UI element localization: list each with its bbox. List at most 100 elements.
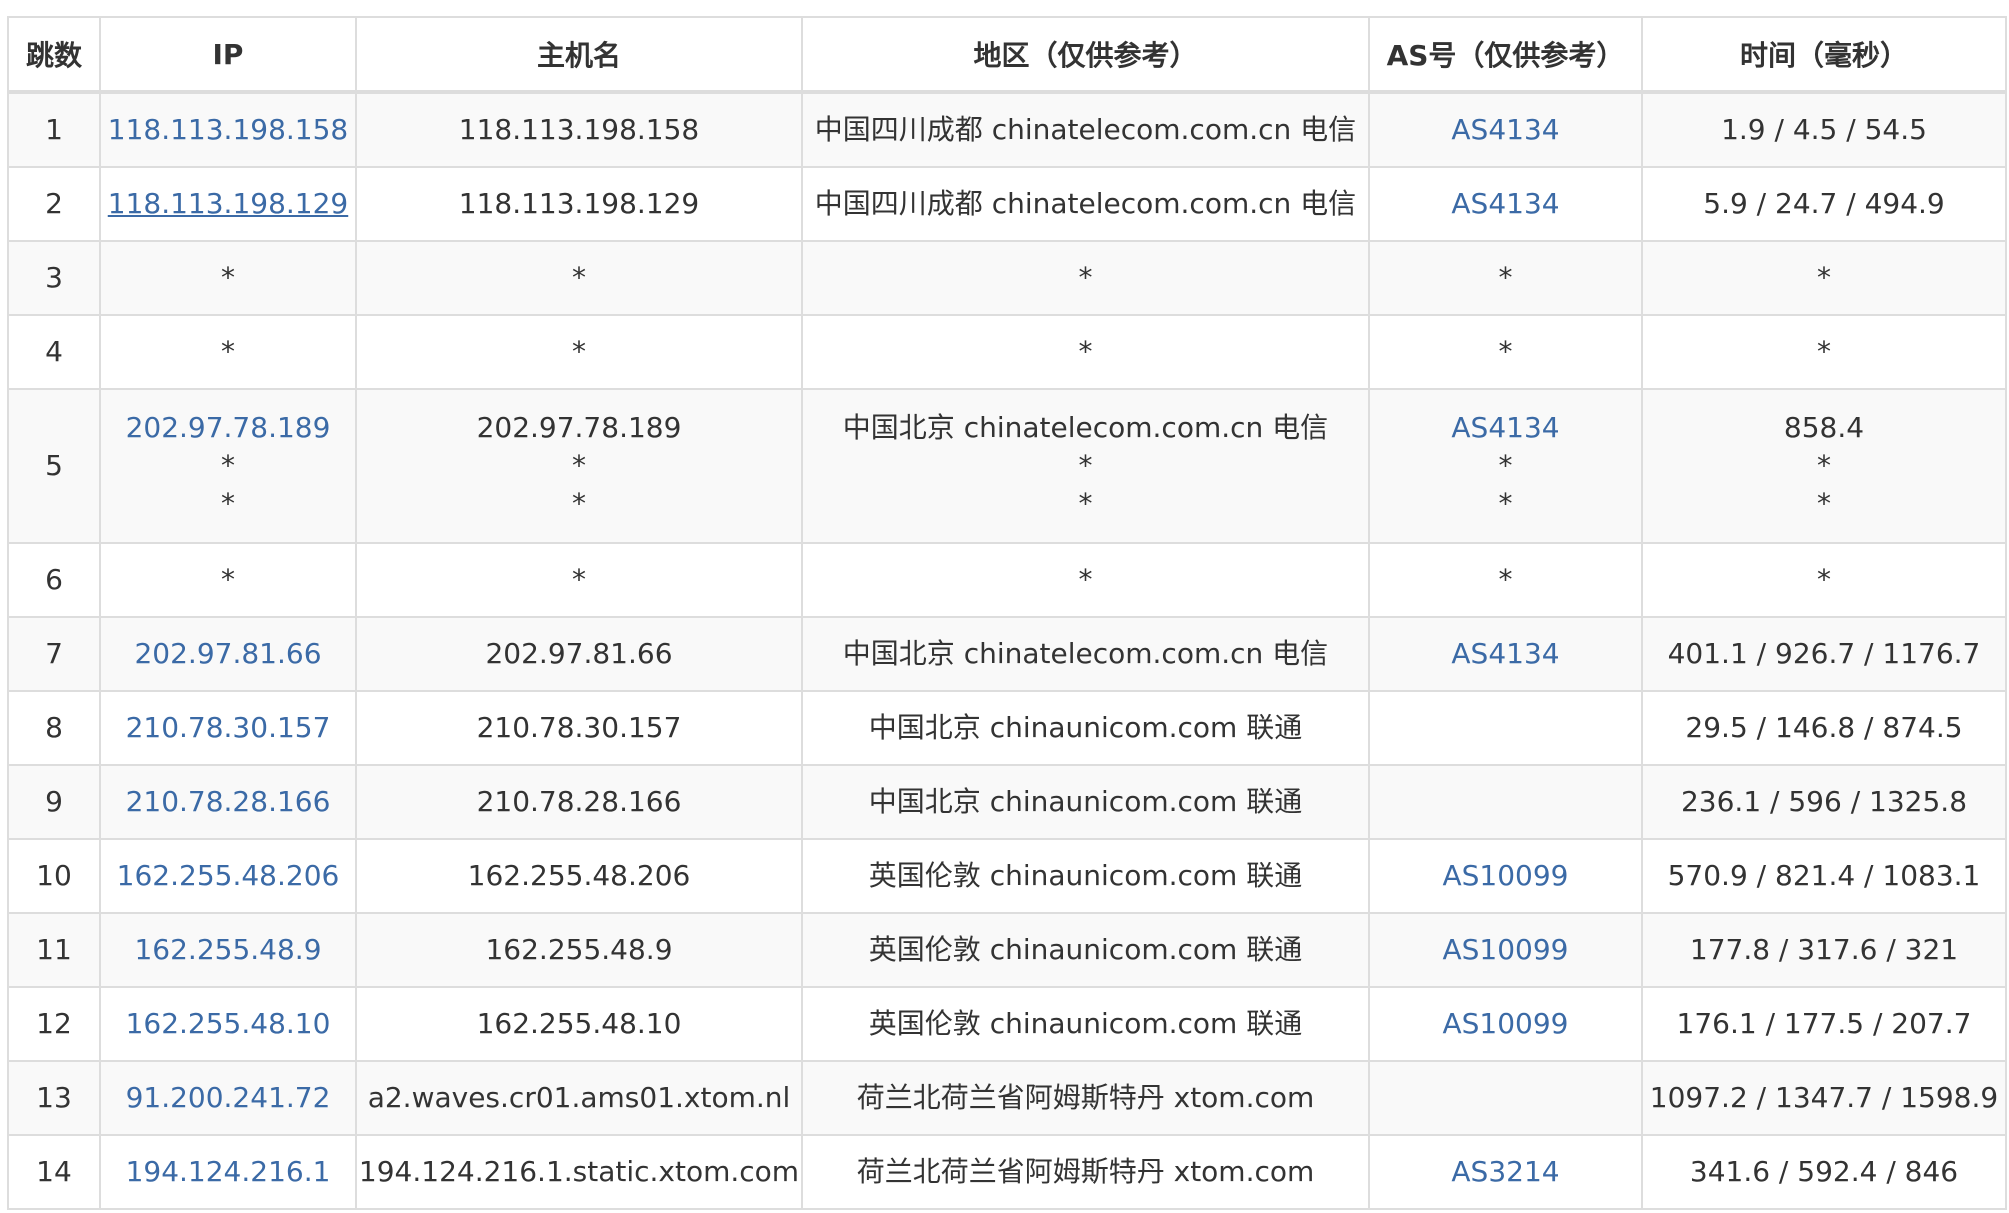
ip-cell: * <box>99 542 357 618</box>
hostname-cell: 118.113.198.158 <box>355 91 803 168</box>
asn-link[interactable]: AS4134 <box>1371 635 1640 673</box>
time-cell: 401.1 / 926.7 / 1176.7 <box>1641 616 2007 692</box>
time-text: 570.9 / 821.4 / 1083.1 <box>1667 859 1981 892</box>
table-row: 11 162.255.48.9 162.255.48.9 英国伦敦 chinaunic… <box>7 912 2007 988</box>
region-text: 荷兰北荷兰省阿姆斯特丹 xtom.com <box>856 1081 1315 1114</box>
time-cell: 5.9 / 24.7 / 494.9 <box>1641 166 2007 242</box>
hop-cell: 7 <box>7 616 101 692</box>
hop-cell: 11 <box>7 912 101 988</box>
region-cell: 英国伦敦 chinaunicom.com 联通 <box>801 838 1370 914</box>
asn-link[interactable]: AS3214 <box>1371 1153 1640 1191</box>
time-text: 1097.2 / 1347.7 / 1598.9 <box>1649 1081 1999 1114</box>
asn-cell <box>1368 690 1643 766</box>
region-text: * <box>1078 261 1093 294</box>
ip-link[interactable]: 91.200.241.72 <box>102 1079 354 1117</box>
asn-link[interactable]: AS10099 <box>1371 857 1640 895</box>
region-cell: 中国四川成都 chinatelecom.com.cn 电信 <box>801 166 1370 242</box>
time-text: 1.9 / 4.5 / 54.5 <box>1721 113 1927 146</box>
time-text: 236.1 / 596 / 1325.8 <box>1680 785 1968 818</box>
region-cell: 荷兰北荷兰省阿姆斯特丹 xtom.com <box>801 1134 1370 1210</box>
region-text: * <box>1078 335 1093 368</box>
region-text: 中国四川成都 chinatelecom.com.cn 电信 <box>814 187 1357 220</box>
hostname-text: * <box>572 563 586 596</box>
hostname-text: 202.97.78.189 <box>476 411 682 444</box>
asn-link[interactable]: AS4134 <box>1371 409 1640 447</box>
ip-link[interactable]: 210.78.30.157 <box>102 709 354 747</box>
ip-link[interactable]: 194.124.216.1 <box>102 1153 354 1191</box>
region-cell: 中国北京 chinatelecom.com.cn 电信 * * <box>801 388 1370 544</box>
asn-cell: AS10099 <box>1368 986 1643 1062</box>
region-cell: 英国伦敦 chinaunicom.com 联通 <box>801 986 1370 1062</box>
time-text: 29.5 / 146.8 / 874.5 <box>1685 711 1963 744</box>
asn-text: * <box>1498 563 1513 596</box>
ip-link[interactable]: 162.255.48.206 <box>102 857 354 895</box>
asn-cell: AS4134 <box>1368 616 1643 692</box>
asn-cell <box>1368 1060 1643 1136</box>
table-header: 跳数 IP 主机名 地区（仅供参考） AS号（仅供参考） 时间（毫秒） <box>7 16 2007 94</box>
hostname-text: 118.113.198.158 <box>458 113 700 146</box>
region-cell: 中国四川成都 chinatelecom.com.cn 电信 <box>801 91 1370 168</box>
ip-link[interactable]: 118.113.198.158 <box>102 111 354 149</box>
ip-cell: 118.113.198.158 <box>99 91 357 168</box>
asn-link[interactable]: AS4134 <box>1371 111 1640 149</box>
asn-link[interactable]: AS4134 <box>1371 185 1640 223</box>
hostname-cell: 118.113.198.129 <box>355 166 803 242</box>
ip-text: * <box>221 261 235 294</box>
ip-cell: 91.200.241.72 <box>99 1060 357 1136</box>
hop-cell: 14 <box>7 1134 101 1210</box>
time-cell: 570.9 / 821.4 / 1083.1 <box>1641 838 2007 914</box>
hostname-cell: 162.255.48.9 <box>355 912 803 988</box>
time-text: * <box>1817 261 1831 294</box>
region-text: 英国伦敦 chinaunicom.com 联通 <box>868 933 1303 966</box>
region-text: * <box>1078 449 1093 482</box>
ip-link[interactable]: 210.78.28.166 <box>102 783 354 821</box>
ip-cell: 162.255.48.10 <box>99 986 357 1062</box>
table-row: 12 162.255.48.10 162.255.48.10 英国伦敦 chinaun… <box>7 986 2007 1062</box>
hop-cell: 1 <box>7 91 101 168</box>
ip-cell: 202.97.78.189 * * <box>99 388 357 544</box>
hop-cell: 8 <box>7 690 101 766</box>
hop-cell: 13 <box>7 1060 101 1136</box>
hostname-text: * <box>572 335 586 368</box>
hostname-cell: * <box>355 542 803 618</box>
hostname-text: 202.97.81.66 <box>485 637 673 670</box>
ip-link[interactable]: 162.255.48.10 <box>102 1005 354 1043</box>
region-text: * <box>1078 563 1093 596</box>
region-cell: * <box>801 314 1370 390</box>
time-text: * <box>1817 449 1831 482</box>
time-text: 401.1 / 926.7 / 1176.7 <box>1667 637 1981 670</box>
time-cell: 858.4 * * <box>1641 388 2007 544</box>
ip-link[interactable]: 202.97.81.66 <box>102 635 354 673</box>
ip-text: * <box>221 563 235 596</box>
time-cell: 1.9 / 4.5 / 54.5 <box>1641 91 2007 168</box>
ip-cell: 202.97.81.66 <box>99 616 357 692</box>
table-row: 6 * * * * * <box>7 542 2007 618</box>
ip-link[interactable]: 202.97.78.189 <box>102 409 354 447</box>
ip-link[interactable]: 118.113.198.129 <box>102 185 354 223</box>
asn-cell: * <box>1368 314 1643 390</box>
ip-link[interactable]: 162.255.48.9 <box>102 931 354 969</box>
table-row: 5 202.97.78.189 * * 202.97.78.189 * * 中国北京 chin… <box>7 388 2007 544</box>
time-cell: 177.8 / 317.6 / 321 <box>1641 912 2007 988</box>
asn-cell: AS4134 <box>1368 91 1643 168</box>
table-row: 14 194.124.216.1 194.124.216.1.static.xtom… <box>7 1134 2007 1210</box>
ip-text: * <box>221 487 235 520</box>
ip-cell: * <box>99 240 357 316</box>
asn-link[interactable]: AS10099 <box>1371 931 1640 969</box>
region-cell: 英国伦敦 chinaunicom.com 联通 <box>801 912 1370 988</box>
header-asn: AS号（仅供参考） <box>1368 16 1643 94</box>
time-cell: 341.6 / 592.4 / 846 <box>1641 1134 2007 1210</box>
hostname-text: * <box>572 449 586 482</box>
time-cell: 236.1 / 596 / 1325.8 <box>1641 764 2007 840</box>
region-text: 中国北京 chinaunicom.com 联通 <box>868 785 1303 818</box>
header-region: 地区（仅供参考） <box>801 16 1370 94</box>
region-cell: 荷兰北荷兰省阿姆斯特丹 xtom.com <box>801 1060 1370 1136</box>
asn-cell: * <box>1368 542 1643 618</box>
ip-cell: 162.255.48.9 <box>99 912 357 988</box>
region-text: 英国伦敦 chinaunicom.com 联通 <box>868 859 1303 892</box>
header-row: 跳数 IP 主机名 地区（仅供参考） AS号（仅供参考） 时间（毫秒） <box>7 16 2007 94</box>
region-cell: * <box>801 240 1370 316</box>
ip-text: * <box>221 335 235 368</box>
header-hop: 跳数 <box>7 16 101 94</box>
asn-link[interactable]: AS10099 <box>1371 1005 1640 1043</box>
